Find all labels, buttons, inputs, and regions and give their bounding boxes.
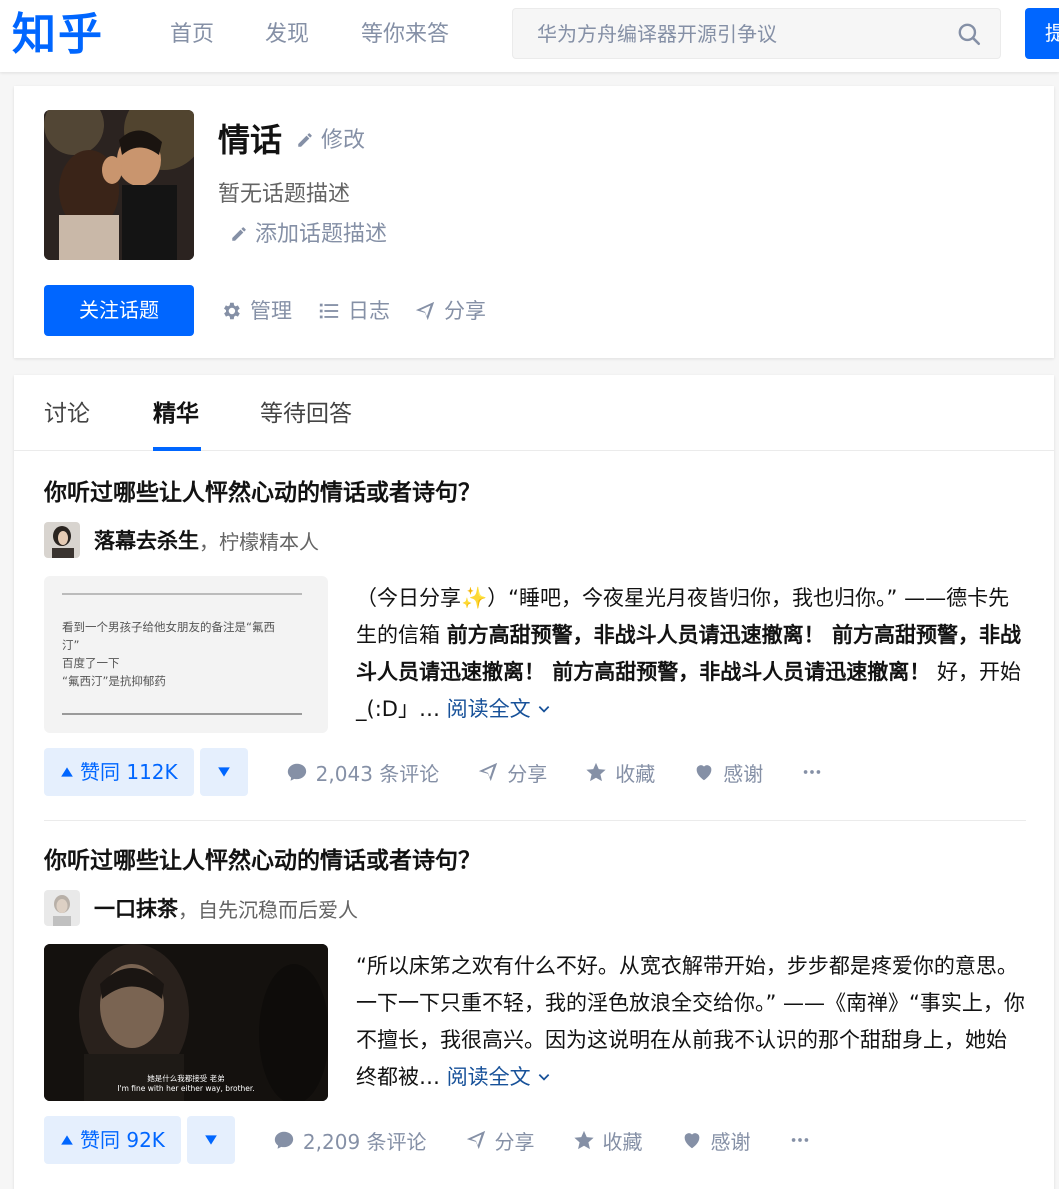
avatar[interactable] — [44, 890, 80, 926]
comment-button[interactable]: 2,209 条评论 — [273, 1126, 427, 1155]
log-label: 日志 — [348, 299, 390, 323]
nav-home[interactable]: 首页 — [170, 20, 214, 50]
chevron-down-icon — [539, 1074, 550, 1081]
paper-plane-icon — [479, 762, 498, 782]
share-label: 分享 — [507, 761, 548, 786]
answer-excerpt[interactable]: （今日分享✨）“睡吧，今夜星光月夜皆归你，我也归你。” ——德卡先生的信箱 前方… — [356, 580, 1026, 728]
follow-topic-button[interactable]: 关注话题 — [44, 285, 194, 336]
upvote-count: 赞同 92K — [80, 1128, 165, 1152]
answer-actions: 赞同 112K 2,043 条评论 分享 收藏 感谢 — [44, 748, 823, 796]
more-button[interactable] — [789, 1129, 811, 1151]
add-description-label: 添加话题描述 — [255, 222, 388, 247]
author-row: 落幕去杀生 ，柠檬精本人 — [44, 522, 319, 558]
more-icon — [804, 770, 821, 774]
comment-icon — [287, 763, 306, 781]
author-bio: ，自先沉稳而后爱人 — [178, 897, 358, 922]
chevron-down-icon — [539, 706, 550, 713]
share-label: 分享 — [444, 299, 486, 323]
upvote-count: 赞同 112K — [80, 760, 178, 784]
topic-title: 情话 — [218, 121, 283, 159]
thumb-rule-bottom — [62, 713, 302, 715]
comment-count: 2,043 条评论 — [315, 761, 440, 786]
triangle-up-icon — [61, 767, 73, 777]
edit-label: 修改 — [321, 128, 366, 153]
author-name[interactable]: 一口抹茶 — [94, 893, 178, 923]
collect-label: 收藏 — [615, 761, 656, 786]
list-icon — [319, 303, 339, 319]
nav-discover[interactable]: 发现 — [265, 20, 309, 50]
comment-icon — [274, 1131, 294, 1149]
thanks-label: 感谢 — [710, 1129, 751, 1154]
triangle-up-icon — [61, 1135, 73, 1145]
share-topic-button[interactable]: 分享 — [414, 296, 486, 326]
answer-actions: 赞同 92K 2,209 条评论 分享 收藏 感谢 — [44, 1116, 811, 1164]
search-icon[interactable] — [956, 21, 982, 47]
collect-button[interactable]: 收藏 — [585, 758, 655, 787]
pencil-icon — [298, 133, 312, 147]
comment-count: 2,209 条评论 — [302, 1129, 427, 1154]
excerpt-bold-text: 前方高甜预警，非战斗人员请迅速撤离！ 前方高甜预警，非战斗人员请迅速撤离！ 前方… — [356, 623, 1021, 684]
more-icon — [791, 1138, 808, 1142]
answer-thumbnail[interactable]: 看到一个男孩子给他女朋友的备注是“氟西 汀” 百度了一下 “氟西汀”是抗抑郁药 — [44, 576, 328, 733]
author-bio: ，柠檬精本人 — [199, 529, 319, 554]
share-button[interactable]: 分享 — [465, 1126, 535, 1155]
item-divider — [44, 820, 1026, 821]
star-icon — [573, 1130, 594, 1150]
downvote-button[interactable] — [186, 1116, 235, 1164]
author-row: 一口抹茶 ，自先沉稳而后爱人 — [44, 890, 358, 926]
log-button[interactable]: 日志 — [318, 296, 390, 326]
search-placeholder: 华为方舟编译器开源引争议 — [537, 22, 777, 46]
add-description-link[interactable]: 添加话题描述 — [230, 220, 387, 250]
triangle-down-icon — [205, 1135, 217, 1145]
author-name[interactable]: 落幕去杀生 — [94, 525, 199, 555]
share-button[interactable]: 分享 — [477, 758, 547, 787]
video-subtitles: 她是什么我都接受 老弟 I'm fine with her either way… — [117, 1074, 255, 1093]
read-more-link[interactable]: 阅读全文 — [447, 697, 552, 721]
tab-waiting-answers[interactable]: 等待回答 — [260, 399, 352, 429]
more-button[interactable] — [801, 761, 823, 783]
thanks-button[interactable]: 感谢 — [693, 758, 763, 787]
ask-button[interactable]: 提问 — [1025, 8, 1059, 59]
thanks-button[interactable]: 感谢 — [681, 1126, 751, 1155]
question-title[interactable]: 你听过哪些让人怦然心动的情话或者诗句？ — [44, 845, 481, 877]
manage-button[interactable]: 管理 — [220, 296, 292, 326]
triangle-down-icon — [217, 767, 230, 777]
topic-description: 暂无话题描述 — [218, 182, 351, 207]
star-icon — [586, 762, 606, 782]
answer-excerpt[interactable]: “所以床笫之欢有什么不好。从宽衣解带开始，步步都是疼爱你的意思。一下一下只重不轻… — [356, 948, 1026, 1096]
gear-icon — [224, 302, 240, 320]
topic-avatar — [44, 110, 194, 260]
thanks-label: 感谢 — [723, 761, 764, 786]
paper-plane-icon — [415, 301, 435, 321]
thumb-rule-top — [62, 593, 302, 595]
tab-discussion[interactable]: 讨论 — [44, 399, 90, 429]
upvote-button[interactable]: 赞同 112K — [44, 748, 194, 796]
edit-topic-link[interactable]: 修改 — [296, 126, 365, 156]
comment-button[interactable]: 2,043 条评论 — [286, 758, 440, 787]
search-input[interactable]: 华为方舟编译器开源引争议 — [512, 8, 1001, 59]
answer-thumbnail[interactable]: 她是什么我都接受 老弟 I'm fine with her either way… — [44, 944, 328, 1101]
top-header: 知乎 首页 发现 等你来答 华为方舟编译器开源引争议 提问 — [0, 0, 1059, 72]
nav-waiting-answer[interactable]: 等你来答 — [361, 20, 449, 50]
zhihu-logo[interactable]: 知乎 — [12, 8, 104, 62]
collect-label: 收藏 — [602, 1129, 643, 1154]
manage-label: 管理 — [250, 299, 292, 323]
share-label: 分享 — [494, 1129, 535, 1154]
upvote-button[interactable]: 赞同 92K — [44, 1116, 181, 1164]
heart-icon — [696, 765, 712, 781]
heart-icon — [684, 1133, 699, 1149]
pencil-icon — [232, 227, 246, 241]
thumb-text: 看到一个男孩子给他女朋友的备注是“氟西 汀” 百度了一下 “氟西汀”是抗抑郁药 — [62, 620, 275, 688]
paper-plane-icon — [466, 1130, 485, 1150]
read-more-link[interactable]: 阅读全文 — [447, 1065, 552, 1089]
downvote-button[interactable] — [199, 748, 248, 796]
topic-tabs: 讨论 精华 等待回答 — [14, 375, 1054, 451]
question-title[interactable]: 你听过哪些让人怦然心动的情话或者诗句？ — [44, 477, 481, 509]
topic-card: 情话 修改 暂无话题描述 添加话题描述 关注话题 管理 日志 分享 — [14, 86, 1054, 358]
tab-essence[interactable]: 精华 — [153, 399, 199, 429]
avatar[interactable] — [44, 522, 80, 558]
feed-card: 讨论 精华 等待回答 你听过哪些让人怦然心动的情话或者诗句？ 落幕去杀生 ，柠檬… — [14, 375, 1054, 1189]
active-tab-indicator — [153, 447, 201, 451]
collect-button[interactable]: 收藏 — [573, 1126, 643, 1155]
